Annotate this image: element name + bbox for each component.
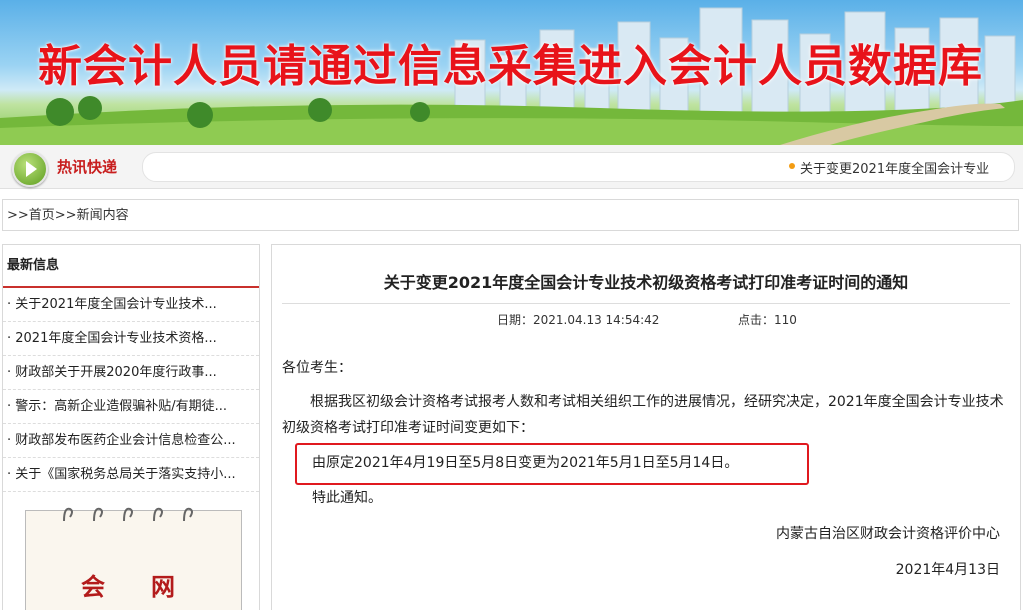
notebook-banner-image[interactable]: 会 网 [25,507,242,610]
image-text-2: 网 [151,572,175,601]
article-hits: 点击：110 [738,313,797,327]
article-panel: 关于变更2021年度全国会计专业技术初级资格考试打印准考证时间的通知 日期：20… [271,244,1021,610]
ticker-news-link[interactable]: 关于变更2021年度全国会计专业 [800,158,989,177]
header-banner: 新会计人员请通过信息采集进入会计人员数据库 [0,0,1023,145]
banner-title: 新会计人员请通过信息采集进入会计人员数据库 [38,41,983,92]
ticker-box: 关于变更2021年度全国会计专业 [142,152,1015,182]
article-paragraph: 根据我区初级会计资格考试报考人数和考试相关组织工作的进展情况，经研究决定，202… [282,394,1004,436]
sidebar-news-item[interactable]: · 财政部发布医药企业会计信息检查公... [3,424,259,458]
article-closing: 特此通知。 [312,490,382,506]
ticker-label: 热讯快递 [57,158,118,176]
sidebar-latest-news: 最新信息 · 关于2021年度全国会计专业技术... · 2021年度全国会计专… [2,244,260,610]
news-ticker-bar: 热讯快递 关于变更2021年度全国会计专业 [0,145,1023,189]
article-sign-date: 2021年4月13日 [895,562,1000,578]
article-title: 关于变更2021年度全国会计专业技术初级资格考试打印准考证时间的通知 [383,273,909,292]
sidebar-title: 最新信息 [3,245,259,288]
article-date: 日期：2021.04.13 14:54:42 [497,313,660,327]
play-arrow-icon[interactable] [12,151,48,187]
sidebar-news-item[interactable]: · 2021年度全国会计专业技术资格... [3,322,259,356]
bullet-dot-icon [789,163,795,169]
article-highlight: 由原定2021年4月19日至5月8日变更为2021年5月1日至5月14日。 [312,455,739,471]
sidebar-news-item[interactable]: · 财政部关于开展2020年度行政事... [3,356,259,390]
sidebar-news-item[interactable]: · 关于2021年度全国会计专业技术... [3,288,259,322]
sidebar-news-item[interactable]: · 关于《国家税务总局关于落实支持小... [3,458,259,492]
article-greeting: 各位考生： [282,360,352,376]
notebook-rings-icon [63,507,193,522]
article-organization: 内蒙古自治区财政会计资格评价中心 [776,526,1000,542]
image-text-1: 会 [81,572,105,601]
title-divider [282,303,1010,304]
sidebar-news-item[interactable]: · 警示：高新企业造假骗补贴/有期徒... [3,390,259,424]
breadcrumb[interactable]: >>首页>>新闻内容 [2,199,1019,231]
